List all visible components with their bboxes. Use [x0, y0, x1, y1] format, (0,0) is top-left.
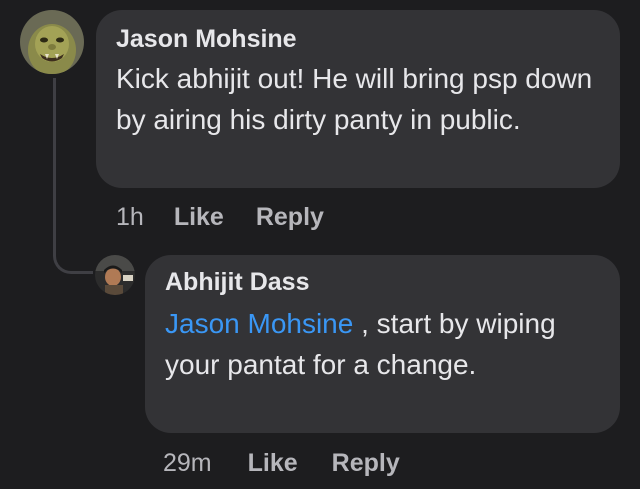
commenter-avatar[interactable]: [20, 10, 84, 74]
reply-text: Jason Mohsine , start by wiping your pan…: [165, 303, 600, 385]
comment-thread: Jason Mohsine Kick abhijit out! He will …: [0, 0, 640, 489]
reply-actions: 29m Like Reply: [163, 446, 400, 480]
ogre-avatar-icon: [20, 10, 84, 74]
reply-author[interactable]: Abhijit Dass: [165, 267, 600, 297]
comment-bubble: Jason Mohsine Kick abhijit out! He will …: [96, 10, 620, 188]
reply-reply-button[interactable]: Reply: [332, 449, 400, 478]
reply-bubble: Abhijit Dass Jason Mohsine , start by wi…: [145, 255, 620, 433]
photo-avatar-icon: [95, 255, 135, 295]
comment-author[interactable]: Jason Mohsine: [116, 24, 600, 54]
reply-mention-link[interactable]: Jason Mohsine: [165, 308, 353, 339]
comment-text: Kick abhijit out! He will bring psp down…: [116, 63, 593, 135]
like-button[interactable]: Like: [174, 203, 224, 232]
comment-timestamp: 1h: [116, 202, 144, 231]
comment-actions: 1h Like Reply: [116, 200, 324, 234]
reply-button[interactable]: Reply: [256, 203, 324, 232]
reply-timestamp: 29m: [163, 448, 212, 477]
reply-like-button[interactable]: Like: [248, 449, 298, 478]
thread-connector-line: [53, 78, 93, 274]
reply-author-avatar[interactable]: [95, 255, 135, 295]
